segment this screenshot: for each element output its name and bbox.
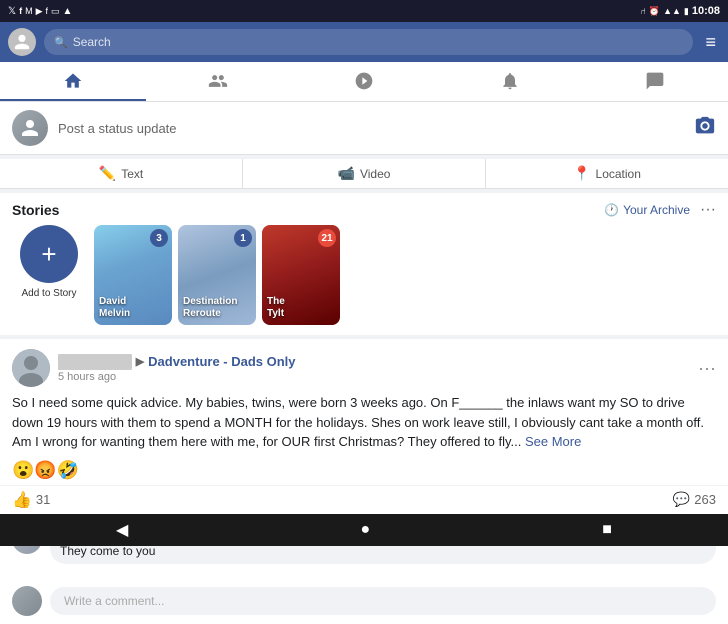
post-more-btn[interactable]: ···: [698, 358, 716, 379]
post-stats-row: 👍 31 💬 263: [0, 485, 728, 515]
comments-stat[interactable]: 💬 263: [673, 490, 716, 510]
post-time: 5 hours ago: [58, 371, 690, 383]
nav-avatar[interactable]: [8, 28, 36, 56]
archive-label: Your Archive: [623, 203, 690, 217]
comments-count: 263: [694, 492, 716, 507]
stories-section: Stories 🕐 Your Archive ··· + Add to Stor…: [0, 193, 728, 335]
write-comment-avatar: [12, 586, 42, 616]
post-box: Post a status update: [0, 102, 728, 155]
home-btn[interactable]: ●: [340, 517, 390, 543]
post-actions: ✏️ Text 📹 Video 📍 Location: [0, 159, 728, 189]
nav-bar: 🔍 Search ≡: [0, 22, 728, 62]
status-time: 10:08: [692, 5, 720, 17]
text-action-btn[interactable]: ✏️ Text: [0, 159, 243, 188]
tab-bar: [0, 62, 728, 102]
status-icons-left: 𝕏 f M ▶ f ▭ ▲: [8, 6, 72, 17]
add-story-label: Add to Story: [21, 288, 76, 299]
post-text-content: So I need some quick advice. My babies, …: [12, 395, 704, 449]
search-label: Search: [73, 35, 111, 49]
tab-messages[interactable]: [582, 62, 728, 101]
gmail-icon: M: [25, 6, 33, 16]
story-name-2: DestinationReroute: [183, 296, 237, 320]
post-emoji-reactions: 😮😡🤣: [0, 460, 728, 485]
story-card-2[interactable]: DestinationReroute 1: [178, 225, 256, 325]
post-user-avatar: [12, 349, 50, 387]
desktop-icon: ▭: [51, 6, 60, 17]
hamburger-menu[interactable]: ≡: [701, 28, 720, 57]
bottom-nav: ◀ ● ■: [0, 514, 728, 546]
signal-icon: ▲▲: [663, 6, 681, 16]
likes-count: 31: [36, 492, 50, 507]
story-card-1[interactable]: DavidMelvin 3: [94, 225, 172, 325]
add-story-btn[interactable]: + Add to Story: [10, 225, 88, 325]
stories-row: + Add to Story DavidMelvin 3 Destination…: [0, 225, 728, 335]
fb-icon: f: [19, 6, 22, 16]
add-story-circle: +: [20, 225, 78, 283]
post-user-name: ████████ ▶ Dadventure - Dads Only: [58, 354, 690, 369]
youtube-icon: ▶: [36, 6, 43, 17]
post-body-text: So I need some quick advice. My babies, …: [0, 393, 728, 460]
post-box-avatar: [12, 110, 48, 146]
search-bar[interactable]: 🔍 Search: [44, 29, 693, 55]
search-icon: 🔍: [54, 36, 68, 49]
status-bar: 𝕏 f M ▶ f ▭ ▲ ⑁ ⏰ ▲▲ ▮ 10:08: [0, 0, 728, 22]
story-badge-1: 3: [150, 229, 168, 247]
video-icon: 📹: [338, 165, 355, 182]
write-comment-input[interactable]: Write a comment...: [50, 587, 716, 615]
user-name-blurred: ████████: [58, 354, 132, 369]
stories-more-icon[interactable]: ···: [700, 201, 716, 219]
post-group-name[interactable]: Dadventure - Dads Only: [148, 354, 295, 369]
alarm-icon: ⏰: [649, 6, 660, 17]
story-badge-2: 1: [234, 229, 252, 247]
write-comment-row: Write a comment...: [0, 580, 728, 624]
video-action-label: Video: [360, 167, 390, 181]
tab-home[interactable]: [0, 62, 146, 101]
location-action-label: Location: [596, 167, 641, 181]
post-user-info: ████████ ▶ Dadventure - Dads Only 5 hour…: [58, 354, 690, 383]
story-name-3: TheTylt: [267, 296, 285, 320]
status-icons-right: ⑁ ⏰ ▲▲ ▮ 10:08: [640, 5, 720, 17]
story-card-3[interactable]: TheTylt 21: [262, 225, 340, 325]
location-action-btn[interactable]: 📍 Location: [486, 159, 728, 188]
post-group-arrow: ▶: [136, 355, 144, 368]
archive-clock-icon: 🕐: [604, 203, 619, 217]
like-icon: 👍: [12, 490, 32, 510]
video-action-btn[interactable]: 📹 Video: [243, 159, 486, 188]
story-badge-3: 21: [318, 229, 336, 247]
fb2-icon: f: [45, 6, 48, 16]
camera-icon[interactable]: [694, 115, 716, 142]
back-btn[interactable]: ◀: [96, 516, 148, 544]
recent-apps-btn[interactable]: ■: [582, 517, 632, 543]
see-more-btn[interactable]: See More: [525, 434, 581, 449]
bluetooth-icon: ⑁: [640, 6, 645, 16]
your-archive-btn[interactable]: 🕐 Your Archive: [604, 203, 690, 217]
tab-watch[interactable]: [291, 62, 437, 101]
tab-friends[interactable]: [146, 62, 292, 101]
tab-notifications[interactable]: [437, 62, 583, 101]
text-action-label: Text: [121, 167, 143, 181]
story-name-1: DavidMelvin: [99, 296, 130, 320]
location-icon: 📍: [573, 165, 590, 182]
comment-icon: 💬: [673, 491, 690, 508]
stories-header: Stories 🕐 Your Archive ···: [0, 193, 728, 225]
wifi-icon: ▲: [63, 6, 73, 17]
post-header: ████████ ▶ Dadventure - Dads Only 5 hour…: [0, 339, 728, 393]
text-icon: ✏️: [99, 165, 116, 182]
likes-stat[interactable]: 👍 31: [12, 490, 50, 510]
stories-title: Stories: [12, 202, 59, 218]
battery-icon: ▮: [684, 6, 689, 17]
feed-post: ████████ ▶ Dadventure - Dads Only 5 hour…: [0, 339, 728, 624]
post-status-input[interactable]: Post a status update: [58, 121, 684, 136]
twitter-icon: 𝕏: [8, 6, 16, 17]
